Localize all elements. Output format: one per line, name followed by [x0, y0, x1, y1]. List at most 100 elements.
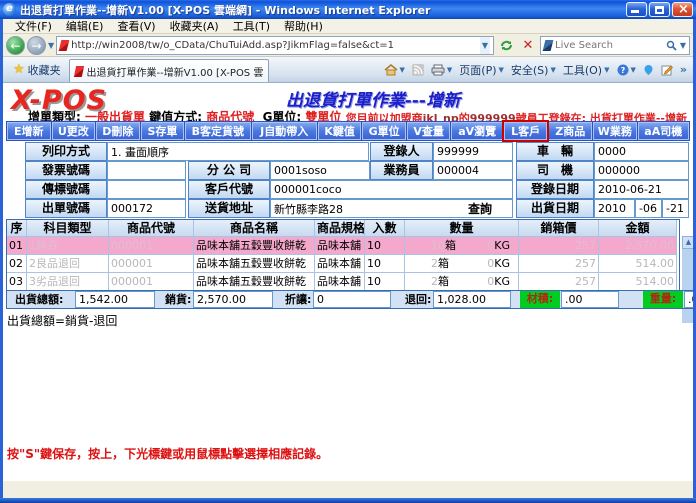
registrant-input[interactable]	[433, 142, 513, 161]
button-add-new[interactable]: E增新	[7, 122, 51, 140]
button-delete[interactable]: D刪除	[96, 122, 140, 140]
button-customer-item-no[interactable]: B客定貨號	[185, 122, 250, 140]
address-input[interactable]	[71, 38, 477, 53]
menu-favorites[interactable]: 收藏夹(A)	[164, 18, 225, 34]
browser-window: e 出退貨打單作業--增新V1.00 [X-POS 雲端網] - Windows…	[0, 0, 696, 503]
reg-date-input[interactable]	[594, 180, 689, 199]
button-sales-rep[interactable]: W業務	[593, 122, 637, 140]
back-button[interactable]: ←	[6, 36, 25, 55]
edit-button[interactable]	[661, 64, 673, 76]
favorites-button[interactable]: ★ 收藏夹	[5, 59, 69, 81]
button-check-qty[interactable]: V查量	[407, 122, 451, 140]
messenger-button[interactable]	[643, 64, 654, 76]
col-price: 銷箱價	[519, 220, 599, 237]
close-button[interactable]	[672, 2, 693, 17]
table-scrollbar-track[interactable]	[682, 249, 693, 323]
button-browse[interactable]: aV瀏覽	[451, 122, 502, 140]
tab-title: 出退貨打單作業--增新V1.00 [X-POS 雲通網]	[87, 64, 263, 79]
button-auto-fill[interactable]: J自動帶入	[252, 122, 317, 140]
refresh-button[interactable]	[496, 36, 516, 55]
menu-file[interactable]: 文件(F)	[9, 18, 58, 34]
help-button[interactable]: ? ▼	[617, 64, 636, 76]
driver-input[interactable]	[594, 161, 689, 180]
menu-view[interactable]: 查看(V)	[111, 18, 161, 34]
menu-help[interactable]: 帮助(H)	[278, 18, 329, 34]
search-input[interactable]	[555, 40, 663, 51]
history-dropdown-icon[interactable]: ▼	[48, 41, 54, 50]
query-link[interactable]: 查詢	[468, 200, 492, 217]
order-header-form: 列印方式 登錄人 車 輛 發票號碼 分 公 司 業務員 司 機 傳標號碼 客戶代…	[25, 142, 691, 219]
vehicle-input[interactable]	[594, 142, 689, 161]
reg-date-label: 登錄日期	[516, 180, 594, 199]
voucher-no-input[interactable]	[107, 180, 186, 199]
menu-edit[interactable]: 编辑(E)	[60, 18, 110, 34]
registrant-label: 登錄人	[370, 142, 433, 161]
invoice-no-input[interactable]	[107, 161, 186, 180]
toolbar-overflow-chevron[interactable]: »	[680, 63, 687, 76]
weight-value: .00	[684, 291, 693, 308]
button-update[interactable]: U更改	[52, 122, 96, 140]
menu-tools[interactable]: 工具(T)	[227, 18, 276, 34]
minimize-icon	[631, 10, 639, 13]
window-bottom-border	[0, 498, 696, 503]
edit-icon	[661, 64, 673, 76]
address-dropdown-icon[interactable]: ▼	[480, 37, 490, 54]
minimize-button[interactable]	[626, 2, 647, 17]
messenger-icon	[643, 64, 654, 76]
active-tab[interactable]: 出退貨打單作業--增新V1.00 [X-POS 雲通網]	[69, 59, 269, 82]
tools-menu-button[interactable]: 工具(O)▼	[563, 62, 610, 78]
salesman-input[interactable]	[433, 161, 513, 180]
customer-code-label: 客戶代號	[188, 180, 270, 199]
total-amount-value: 1,542.00	[75, 291, 155, 308]
table-row[interactable]: 02 2良品退回 000001 品味本舖五穀豐收餅乾 品味本舖 10 2箱0KG…	[7, 255, 679, 273]
print-button[interactable]: ▼	[431, 64, 452, 76]
button-customer[interactable]: L客戶	[504, 122, 548, 140]
order-no-input[interactable]	[107, 199, 186, 218]
table-row[interactable]: 03 3劣品退回 000001 品味本舖五穀豐收餅乾 品味本舖 10 2箱0KG…	[7, 273, 679, 291]
order-no-label: 出單號碼	[25, 199, 107, 218]
home-button[interactable]: ▼	[384, 64, 405, 76]
page-favicon	[59, 40, 70, 51]
search-provider-icon	[543, 40, 554, 51]
svg-text:?: ?	[620, 66, 625, 75]
feeds-button[interactable]	[412, 64, 424, 76]
driver-label: 司 機	[516, 161, 594, 180]
stop-button[interactable]: ✕	[518, 36, 538, 55]
button-key-value[interactable]: K鍵值	[318, 122, 362, 140]
table-scroll-up-button[interactable]: ▲	[682, 236, 693, 249]
address-field-box: ▼	[56, 36, 494, 55]
customer-code-input[interactable]	[270, 180, 513, 199]
voucher-no-label: 傳標號碼	[25, 180, 107, 199]
forward-button[interactable]: →	[27, 36, 46, 55]
print-mode-label: 列印方式	[25, 142, 107, 161]
return-label: 退回:	[405, 292, 431, 308]
col-seq: 序	[7, 220, 27, 237]
keyboard-instruction: 按"S"鍵保存，按上，下光標鍵或用鼠標點擊選擇相應記錄。	[7, 445, 328, 462]
ship-date-day-input[interactable]	[662, 199, 689, 218]
button-driver[interactable]: aA司機	[638, 122, 689, 140]
tab-bar: ★ 收藏夹 出退貨打單作業--增新V1.00 [X-POS 雲通網] ▼ ▼ 页…	[3, 57, 693, 83]
print-mode-input[interactable]	[107, 142, 369, 161]
maximize-button[interactable]	[649, 2, 670, 17]
ship-date-year-input[interactable]	[594, 199, 635, 218]
button-product[interactable]: Z商品	[548, 122, 592, 140]
home-icon	[384, 64, 398, 76]
sales-label: 銷貨:	[165, 292, 191, 308]
window-frame: 文件(F) 编辑(E) 查看(V) 收藏夹(A) 工具(T) 帮助(H) ← →…	[0, 19, 696, 498]
button-unit[interactable]: G單位	[362, 122, 406, 140]
button-save[interactable]: S存單	[141, 122, 185, 140]
command-bar: ▼ ▼ 页面(P)▼ 安全(S)▼ 工具(O)▼ ? ▼ »	[269, 62, 691, 78]
window-title: 出退貨打單作業--增新V1.00 [X-POS 雲端網] - Windows I…	[20, 2, 626, 18]
search-dropdown-icon[interactable]: ▼	[680, 41, 686, 50]
table-header-row: 序 科目類型 商品代號 商品名稱 商品規格 入數 數量 銷箱價 金額	[7, 220, 679, 237]
line-items-table: 序 科目類型 商品代號 商品名稱 商品規格 入數 數量 銷箱價 金額 01 1銷…	[6, 219, 680, 291]
safety-menu-button[interactable]: 安全(S)▼	[511, 62, 556, 78]
ship-date-month-input[interactable]	[635, 199, 662, 218]
search-magnifier-icon[interactable]	[666, 40, 677, 51]
page-menu-button[interactable]: 页面(P)▼	[459, 62, 504, 78]
vehicle-label: 車 輛	[516, 142, 594, 161]
branch-input[interactable]	[270, 161, 370, 180]
weight-badge: 重量:	[643, 291, 683, 308]
table-row[interactable]: 01 1銷貨 000001 品味本舖五穀豐收餅乾 品味本舖 10 10箱0KG …	[7, 237, 679, 255]
invoice-no-label: 發票號碼	[25, 161, 107, 180]
